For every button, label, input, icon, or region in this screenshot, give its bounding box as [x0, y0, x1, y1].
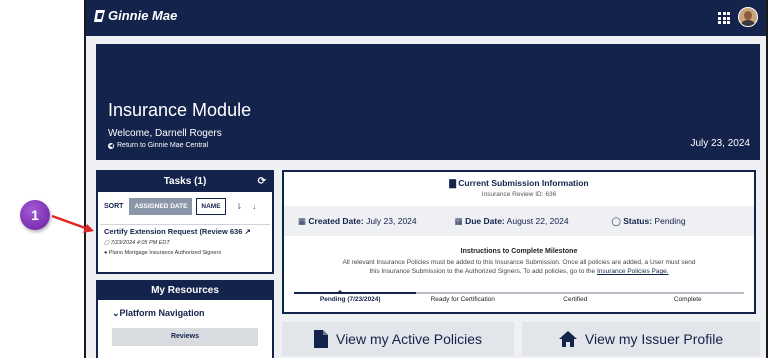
calendar-due-icon: ▦: [454, 215, 463, 226]
document-icon: [313, 330, 328, 348]
user-avatar[interactable]: [738, 7, 758, 27]
task-item[interactable]: Certify Extension Request (Review 636 ↗ …: [100, 224, 270, 258]
tasks-title: Tasks (1): [163, 176, 207, 187]
resources-panel: My Resources ⌄Platform Navigation Review…: [96, 280, 274, 358]
insurance-policies-link[interactable]: Insurance Policies Page.: [597, 268, 669, 275]
back-arrow-icon: ◀: [108, 142, 114, 149]
resources-title: My Resources: [98, 282, 272, 300]
reviews-button[interactable]: Reviews: [112, 328, 258, 346]
view-active-policies-label: View my Active Policies: [335, 331, 482, 347]
view-issuer-profile-button[interactable]: View my Issuer Profile: [522, 322, 760, 356]
return-link[interactable]: ◀ Return to Ginnie Mae Central: [108, 142, 208, 149]
callout-arrow-icon: [51, 214, 94, 233]
logo-mark-icon: [94, 9, 106, 23]
step-certified: Certified: [563, 296, 588, 303]
sort-order-icon[interactable]: ⇂: [236, 202, 243, 211]
status: ◯ Status: Pending: [611, 215, 686, 226]
tasks-panel: Tasks (1) ⟳ SORT ASSIGNED DATE NAME ⇂ ↓ …: [96, 170, 274, 274]
status-circle-icon: ◯: [611, 215, 621, 226]
ginnie-mae-logo[interactable]: Ginnie Mae: [94, 8, 177, 23]
sort-label: SORT: [104, 203, 124, 210]
tasks-header: Tasks (1) ⟳: [98, 172, 272, 192]
review-id: Insurance Review ID: 636: [481, 191, 557, 198]
current-step-caret-icon: [336, 290, 344, 294]
welcome-text: Welcome, Darnell Rogers: [108, 128, 222, 139]
return-link-label: Return to Ginnie Mae Central: [117, 142, 209, 149]
app-grid-icon[interactable]: [718, 12, 730, 24]
view-issuer-profile-label: View my Issuer Profile: [584, 331, 724, 347]
platform-navigation-toggle[interactable]: ⌄Platform Navigation: [98, 300, 272, 319]
sort-row: SORT ASSIGNED DATE NAME ⇂ ↓: [98, 192, 272, 215]
step-pending: Pending (7/23/2024): [319, 296, 381, 303]
task-group: ● Plano Mortgage Insurance Authorized Si…: [104, 250, 222, 256]
task-title[interactable]: Certify Extension Request (Review 636 ↗: [104, 227, 266, 236]
view-active-policies-button[interactable]: View my Active Policies: [282, 322, 514, 356]
created-date: ▦ Created Date: July 23, 2024: [298, 215, 417, 226]
step-callout-badge: 1: [20, 200, 50, 230]
sort-name-button[interactable]: NAME: [196, 198, 226, 215]
app-window: Ginnie Mae Insurance Module Welcome, Dar…: [84, 0, 768, 358]
logo-text: Ginnie Mae: [108, 8, 178, 23]
step-ready-for-certification: Ready for Certification: [430, 296, 495, 303]
instructions-title: Instructions to Complete Milestone: [460, 248, 578, 255]
top-bar: Ginnie Mae: [86, 0, 766, 36]
task-date: ▢ 7/23/2024 4:05 PM EDT: [104, 240, 170, 246]
page-title: Insurance Module: [108, 100, 252, 120]
home-icon: [558, 331, 577, 347]
step-complete: Complete: [673, 296, 702, 303]
due-date: ▦ Due Date: August 22, 2024: [454, 215, 569, 226]
calendar-icon: ▦: [298, 215, 307, 226]
submission-details-row: ▦ Created Date: July 23, 2024 ▦ Due Date…: [284, 206, 754, 236]
current-date: July 23, 2024: [690, 138, 751, 149]
submission-info-panel: ▇ Current Submission Information Insuran…: [282, 170, 756, 314]
sort-assigned-date-button[interactable]: ASSIGNED DATE: [129, 198, 193, 215]
milestone-progress-bar: [294, 292, 744, 294]
document-icon: ▇: [449, 178, 456, 188]
instructions-body: All relevant Insurance Policies must be …: [342, 259, 696, 275]
hero-banner: Insurance Module Welcome, Darnell Rogers…: [96, 44, 760, 160]
milestone-steps: Pending (7/23/2024) Ready for Certificat…: [294, 290, 744, 303]
sort-direction-icon[interactable]: ↓: [252, 202, 256, 211]
refresh-icon[interactable]: ⟳: [258, 172, 266, 192]
submission-title: ▇ Current Submission Information: [449, 178, 589, 188]
